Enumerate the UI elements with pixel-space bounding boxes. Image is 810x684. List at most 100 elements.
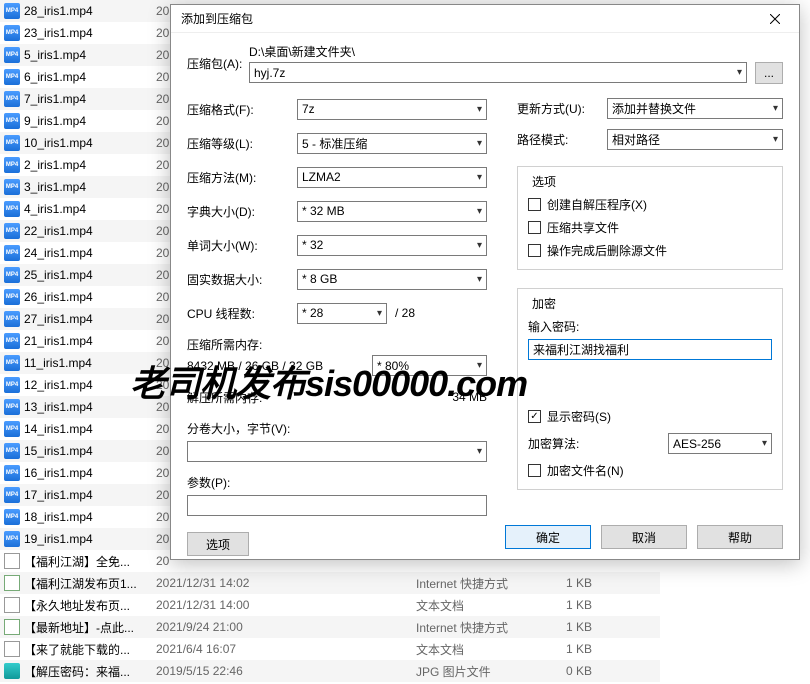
dict-label: 字典大小(D): [187, 203, 297, 220]
delete-checkbox[interactable] [528, 244, 541, 257]
cancel-button[interactable]: 取消 [601, 525, 687, 549]
pathmode-select[interactable]: 相对路径▾ [607, 129, 783, 150]
chevron-down-icon: ▾ [477, 446, 482, 457]
browse-button[interactable]: ... [755, 62, 783, 84]
solid-select[interactable]: * 8 GB▾ [297, 269, 487, 290]
file-row[interactable]: 【最新地址】-点此...2021/9/24 21:00Internet 快捷方式… [0, 616, 660, 638]
close-icon [770, 14, 780, 24]
mp4-file-icon: MP4 [4, 223, 20, 239]
chevron-down-icon: ▾ [762, 438, 767, 449]
help-button[interactable]: 帮助 [697, 525, 783, 549]
options-legend: 选项 [528, 173, 560, 190]
file-row[interactable]: 【解压密码：来福...2019/5/15 22:46JPG 图片文件0 KB [0, 660, 660, 682]
method-select[interactable]: LZMA2▾ [297, 167, 487, 188]
ok-button[interactable]: 确定 [505, 525, 591, 549]
split-label: 分卷大小，字节(V): [187, 420, 487, 437]
threads-total: / 28 [395, 306, 415, 320]
mp4-file-icon: MP4 [4, 289, 20, 305]
split-select[interactable]: ▾ [187, 441, 487, 462]
file-name: 16_iris1.mp4 [24, 466, 156, 480]
archive-name-input[interactable]: hyj.7z ▾ [249, 62, 747, 83]
file-name: 7_iris1.mp4 [24, 92, 156, 106]
memory-text: 8432 MB / 26 GB / 32 GB [187, 359, 357, 373]
file-name: 25_iris1.mp4 [24, 268, 156, 282]
jpg-file-icon [4, 663, 20, 679]
showpw-checkbox[interactable] [528, 410, 541, 423]
chevron-down-icon: ▾ [477, 240, 482, 251]
file-date: 2021/12/31 14:02 [156, 576, 416, 590]
mp4-file-icon: MP4 [4, 443, 20, 459]
password-input[interactable] [528, 339, 772, 360]
mp4-file-icon: MP4 [4, 113, 20, 129]
chevron-down-icon: ▾ [773, 103, 778, 114]
mp4-file-icon: MP4 [4, 333, 20, 349]
file-name: 【福利江湖发布页1... [24, 575, 156, 592]
algo-select[interactable]: AES-256▾ [668, 433, 772, 454]
archive-label: 压缩包(A): [187, 43, 249, 72]
delete-label: 操作完成后删除源文件 [547, 242, 667, 259]
file-date: 2019/5/15 22:46 [156, 664, 416, 678]
algo-label: 加密算法: [528, 435, 668, 452]
file-name: 【来了就能下载的... [24, 641, 156, 658]
update-select[interactable]: 添加并替换文件▾ [607, 98, 783, 119]
file-name: 24_iris1.mp4 [24, 246, 156, 260]
file-date: 2021/9/24 21:00 [156, 620, 416, 634]
memory-select[interactable]: * 80%▾ [372, 355, 487, 376]
decomp-label: 解压所需内存: [187, 389, 357, 406]
file-date: 2021/6/4 16:07 [156, 642, 416, 656]
chevron-down-icon: ▾ [773, 134, 778, 145]
word-label: 单词大小(W): [187, 237, 297, 254]
mp4-file-icon: MP4 [4, 377, 20, 393]
file-date: 2021/12/31 14:00 [156, 598, 416, 612]
file-name: 19_iris1.mp4 [24, 532, 156, 546]
file-name: 9_iris1.mp4 [24, 114, 156, 128]
doc-file-icon [4, 641, 20, 657]
dict-select[interactable]: * 32 MB▾ [297, 201, 487, 222]
file-type: Internet 快捷方式 [416, 619, 566, 636]
shared-checkbox[interactable] [528, 221, 541, 234]
mp4-file-icon: MP4 [4, 421, 20, 437]
sfx-label: 创建自解压程序(X) [547, 196, 647, 213]
options-fieldset: 选项 创建自解压程序(X) 压缩共享文件 操作完成后删除源文件 [517, 166, 783, 270]
chevron-down-icon: ▾ [377, 308, 382, 319]
mp4-file-icon: MP4 [4, 201, 20, 217]
chevron-down-icon: ▾ [737, 67, 742, 78]
file-name: 5_iris1.mp4 [24, 48, 156, 62]
file-type: JPG 图片文件 [416, 663, 566, 680]
format-select[interactable]: 7z▾ [297, 99, 487, 120]
file-row[interactable]: 【福利江湖发布页1...2021/12/31 14:02Internet 快捷方… [0, 572, 660, 594]
shared-label: 压缩共享文件 [547, 219, 619, 236]
file-row[interactable]: 【永久地址发布页...2021/12/31 14:00文本文档1 KB [0, 594, 660, 616]
options-button[interactable]: 选项 [187, 532, 249, 556]
mp4-file-icon: MP4 [4, 509, 20, 525]
encname-checkbox[interactable] [528, 464, 541, 477]
close-button[interactable] [755, 7, 795, 31]
chevron-down-icon: ▾ [477, 172, 482, 183]
file-name: 12_iris1.mp4 [24, 378, 156, 392]
level-select[interactable]: 5 - 标准压缩▾ [297, 133, 487, 154]
url-file-icon [4, 619, 20, 635]
file-row[interactable]: 【来了就能下载的...2021/6/4 16:07文本文档1 KB [0, 638, 660, 660]
mp4-file-icon: MP4 [4, 245, 20, 261]
word-select[interactable]: * 32▾ [297, 235, 487, 256]
file-name: 11_iris1.mp4 [24, 356, 156, 370]
chevron-down-icon: ▾ [477, 138, 482, 149]
url-file-icon [4, 575, 20, 591]
file-name: 21_iris1.mp4 [24, 334, 156, 348]
file-name: 15_iris1.mp4 [24, 444, 156, 458]
file-type: 文本文档 [416, 641, 566, 658]
password-label: 输入密码: [528, 318, 772, 335]
chevron-down-icon: ▾ [477, 104, 482, 115]
file-name: 【最新地址】-点此... [24, 619, 156, 636]
mp4-file-icon: MP4 [4, 179, 20, 195]
params-input[interactable] [187, 495, 487, 516]
file-name: 2_iris1.mp4 [24, 158, 156, 172]
threads-select[interactable]: * 28▾ [297, 303, 387, 324]
file-name: 26_iris1.mp4 [24, 290, 156, 304]
showpw-label: 显示密码(S) [547, 408, 611, 425]
mp4-file-icon: MP4 [4, 531, 20, 547]
sfx-checkbox[interactable] [528, 198, 541, 211]
file-name: 13_iris1.mp4 [24, 400, 156, 414]
mp4-file-icon: MP4 [4, 311, 20, 327]
level-label: 压缩等级(L): [187, 135, 297, 152]
